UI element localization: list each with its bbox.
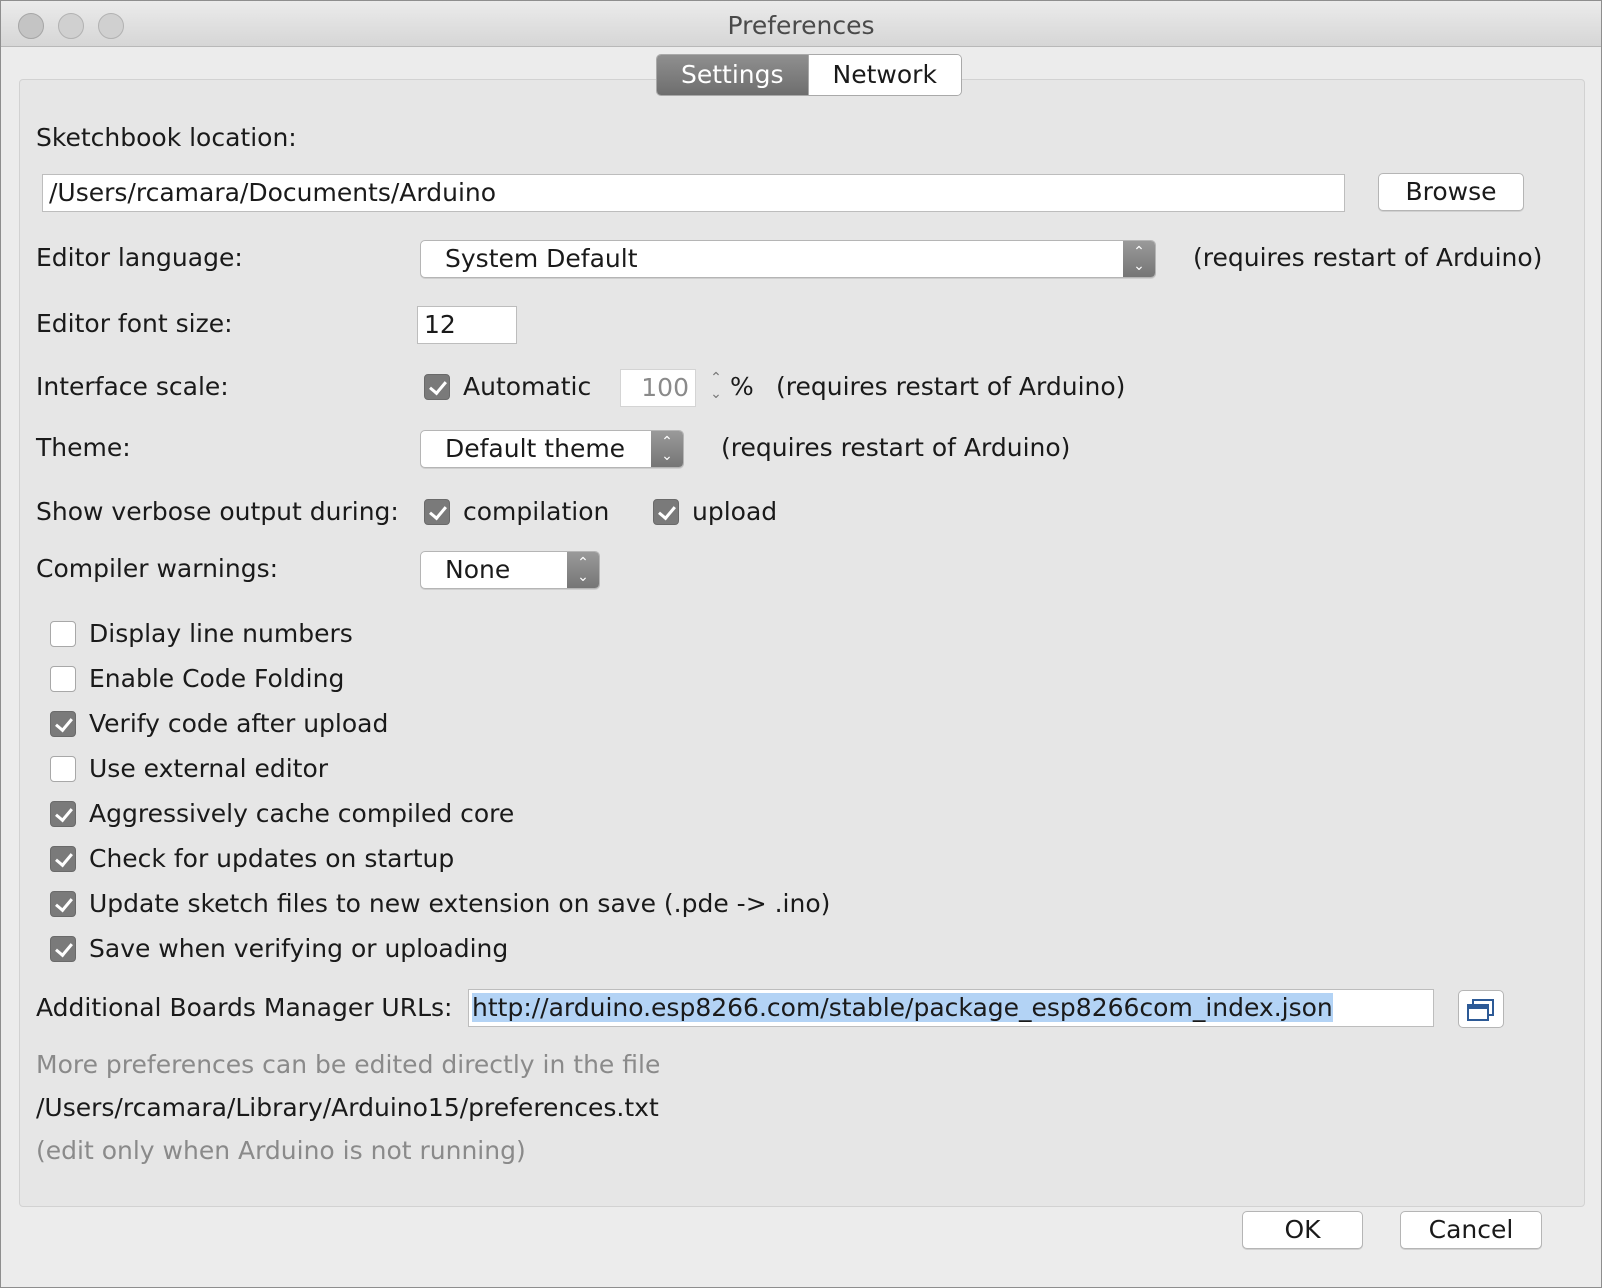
save-when-verifying-checkbox[interactable] (50, 936, 76, 962)
option-label: Check for updates on startup (89, 844, 455, 873)
window-title: Preferences (727, 11, 875, 40)
font-size-input[interactable]: 12 (417, 306, 517, 344)
verify-after-upload-checkbox[interactable] (50, 711, 76, 737)
use-external-editor-checkbox[interactable] (50, 756, 76, 782)
option-label: Save when verifying or uploading (89, 934, 509, 963)
preferences-window: Preferences Settings Network Sketchbook … (0, 0, 1602, 1288)
scale-percent-unit: % (730, 372, 754, 401)
option-label: Aggressively cache compiled core (89, 799, 515, 828)
browse-button[interactable]: Browse (1378, 173, 1524, 211)
theme-label: Theme: (36, 433, 131, 462)
verbose-compilation-checkbox[interactable] (424, 499, 450, 525)
editor-font-size-label: Editor font size: (36, 309, 233, 338)
ok-button[interactable]: OK (1242, 1211, 1363, 1249)
editor-language-label: Editor language: (36, 243, 243, 272)
update-sketch-extension-checkbox[interactable] (50, 891, 76, 917)
cancel-button[interactable]: Cancel (1400, 1211, 1542, 1249)
scale-stepper-icon[interactable]: ⌃ ⌄ (707, 370, 725, 406)
compiler-warnings-value: None (445, 555, 511, 584)
boards-manager-urls-input[interactable]: http://arduino.esp8266.com/stable/packag… (468, 989, 1434, 1027)
verbose-upload-label: upload (692, 497, 778, 526)
cache-compiled-core-checkbox[interactable] (50, 801, 76, 827)
window-stack-icon (1467, 999, 1494, 1021)
editor-language-value: System Default (445, 244, 638, 273)
boards-url-text: http://arduino.esp8266.com/stable/packag… (472, 993, 1333, 1022)
option-label: Display line numbers (89, 619, 353, 648)
option-label: Update sketch files to new extension on … (89, 889, 831, 918)
option-label: Enable Code Folding (89, 664, 345, 693)
enable-code-folding-checkbox[interactable] (50, 666, 76, 692)
title-bar: Preferences (1, 1, 1601, 47)
theme-select[interactable]: Default theme ⌃ ⌄ (420, 430, 684, 468)
option-label: Verify code after upload (89, 709, 389, 738)
verbose-output-label: Show verbose output during: (36, 497, 399, 526)
verbose-compilation-label: compilation (463, 497, 610, 526)
editor-language-note: (requires restart of Arduino) (1193, 243, 1543, 272)
verbose-upload-checkbox[interactable] (653, 499, 679, 525)
theme-note: (requires restart of Arduino) (721, 433, 1071, 462)
interface-scale-note: (requires restart of Arduino) (776, 372, 1126, 401)
edit-hint-text: (edit only when Arduino is not running) (36, 1136, 526, 1165)
tab-bar: Settings Network (656, 54, 962, 96)
compiler-warnings-label: Compiler warnings: (36, 554, 279, 583)
interface-scale-label: Interface scale: (36, 372, 229, 401)
display-line-numbers-checkbox[interactable] (50, 621, 76, 647)
sketchbook-path-input[interactable]: /Users/rcamara/Documents/Arduino (42, 174, 1345, 212)
automatic-scale-label: Automatic (463, 372, 592, 401)
theme-value: Default theme (445, 434, 626, 463)
boards-manager-urls-label: Additional Boards Manager URLs: (36, 993, 453, 1022)
tab-network[interactable]: Network (807, 55, 961, 95)
sketchbook-location-label: Sketchbook location: (36, 123, 297, 152)
check-updates-checkbox[interactable] (50, 846, 76, 872)
tab-settings[interactable]: Settings (657, 55, 808, 95)
select-arrows-icon: ⌃ ⌄ (1123, 241, 1155, 277)
preferences-file-path: /Users/rcamara/Library/Arduino15/prefere… (36, 1093, 659, 1122)
editor-language-select[interactable]: System Default ⌃ ⌄ (420, 240, 1156, 278)
select-arrows-icon: ⌃ ⌄ (567, 552, 599, 588)
open-url-list-button[interactable] (1458, 990, 1504, 1028)
compiler-warnings-select[interactable]: None ⌃ ⌄ (420, 551, 600, 589)
more-preferences-text: More preferences can be edited directly … (36, 1050, 661, 1079)
option-label: Use external editor (89, 754, 329, 783)
scale-percent-input[interactable]: 100 (620, 369, 696, 407)
select-arrows-icon: ⌃ ⌄ (651, 431, 683, 467)
automatic-scale-checkbox[interactable] (424, 374, 450, 400)
